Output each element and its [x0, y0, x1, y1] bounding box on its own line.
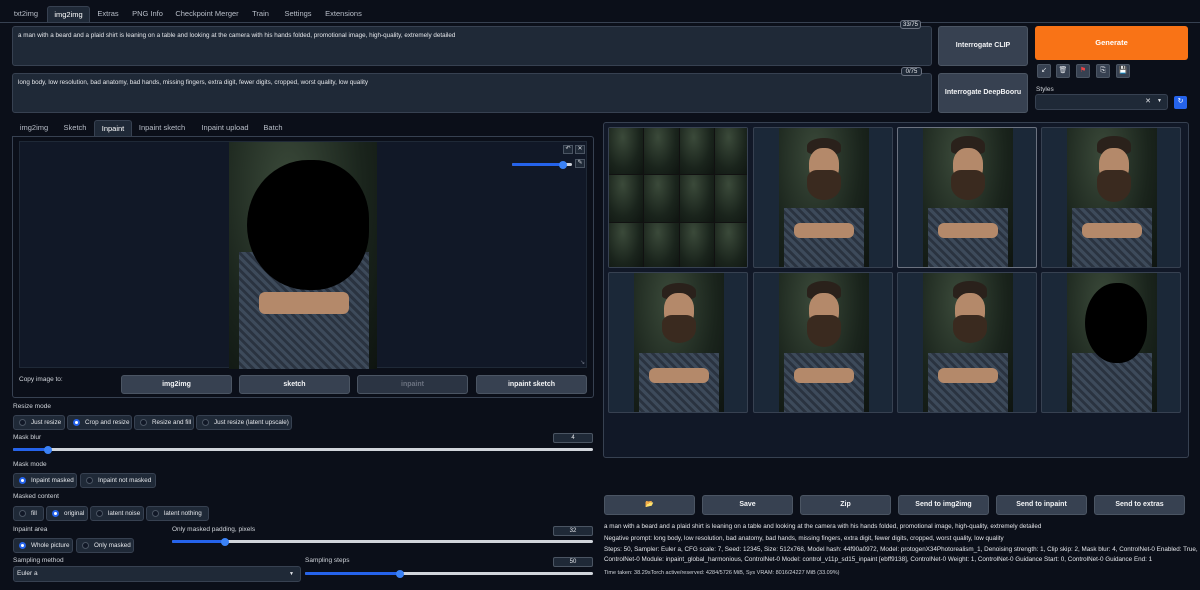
- tab-settings[interactable]: Settings: [278, 6, 318, 22]
- send-to-inpaint-button[interactable]: Send to inpaint: [996, 495, 1087, 515]
- mask-blur-slider[interactable]: [13, 445, 593, 454]
- radio-latent-nothing[interactable]: latent nothing: [146, 506, 209, 521]
- gallery-thumb[interactable]: [608, 272, 748, 413]
- resize-mode-label: Resize mode: [13, 403, 51, 410]
- tab-divider: [0, 22, 1200, 23]
- subtab-inpaint-upload[interactable]: Inpaint upload: [194, 120, 256, 136]
- inpaint-area-label: Inpaint area: [13, 526, 48, 533]
- styles-select[interactable]: ✕ ▼: [1035, 94, 1168, 110]
- mask-mode-label: Mask mode: [13, 461, 47, 468]
- radio-just-resize-latent[interactable]: Just resize (latent upscale): [196, 415, 292, 430]
- read-params-icon[interactable]: ↙: [1037, 64, 1051, 78]
- subtab-inpaint[interactable]: Inpaint: [94, 120, 132, 136]
- chevron-down-icon: ▼: [289, 571, 294, 577]
- copy-to-inpaint-button[interactable]: inpaint: [357, 375, 468, 394]
- mask-blur-label: Mask blur: [13, 434, 42, 441]
- mask-blur-input[interactable]: 4: [553, 433, 593, 443]
- output-controlnet-text: ControlNet-0 Module: inpaint_global_harm…: [604, 556, 1153, 563]
- extra-networks-icon[interactable]: ⚑: [1076, 64, 1090, 78]
- inpaint-canvas[interactable]: ↶ ✕ ✎ ↘: [19, 141, 587, 369]
- subtab-batch[interactable]: Batch: [258, 120, 288, 136]
- open-folder-icon[interactable]: 📂: [604, 495, 695, 515]
- gallery-thumb[interactable]: [897, 272, 1037, 413]
- refresh-styles-icon[interactable]: ↻: [1174, 96, 1187, 109]
- tab-txt2img[interactable]: txt2img: [6, 6, 46, 22]
- radio-inpaint-not-masked[interactable]: Inpaint not masked: [80, 473, 156, 488]
- copy-to-sketch-button[interactable]: sketch: [239, 375, 350, 394]
- chevron-down-icon: ▼: [1157, 98, 1162, 104]
- send-to-img2img-button[interactable]: Send to img2img: [898, 495, 989, 515]
- save-style-icon[interactable]: 💾: [1116, 64, 1130, 78]
- padding-label: Only masked padding, pixels: [172, 526, 256, 533]
- gallery-thumb[interactable]: [753, 127, 893, 268]
- tab-train[interactable]: Train: [246, 6, 275, 22]
- masked-content-label: Masked content: [13, 493, 59, 500]
- clear-icon[interactable]: ✕: [1145, 97, 1151, 105]
- sampling-method-label: Sampling method: [13, 557, 64, 564]
- resize-handle-icon[interactable]: ↘: [580, 359, 585, 366]
- copy-to-inpaint-sketch-button[interactable]: inpaint sketch: [476, 375, 587, 394]
- tab-png-info[interactable]: PNG Info: [127, 6, 168, 22]
- negative-token-counter: 0/75: [901, 67, 922, 76]
- output-params-text: Steps: 50, Sampler: Euler a, CFG scale: …: [604, 546, 1198, 553]
- radio-crop-and-resize[interactable]: Crop and resize: [67, 415, 132, 430]
- radio-whole-picture[interactable]: Whole picture: [13, 538, 73, 553]
- save-button[interactable]: Save: [702, 495, 793, 515]
- radio-only-masked[interactable]: Only masked: [76, 538, 134, 553]
- gallery-thumb[interactable]: [1041, 127, 1181, 268]
- tab-extras[interactable]: Extras: [91, 6, 125, 22]
- prompt-input[interactable]: a man with a beard and a plaid shirt is …: [12, 26, 932, 66]
- generate-button[interactable]: Generate: [1035, 26, 1188, 60]
- padding-slider[interactable]: [172, 537, 593, 546]
- gallery-thumb-selected[interactable]: [897, 127, 1037, 268]
- sampling-steps-input[interactable]: 50: [553, 557, 593, 567]
- gallery-thumb-grid[interactable]: [608, 127, 748, 268]
- styles-label: Styles: [1036, 86, 1054, 93]
- output-prompt-text: a man with a beard and a plaid shirt is …: [604, 523, 1042, 530]
- tab-checkpoint-merger[interactable]: Checkpoint Merger: [170, 6, 244, 22]
- subtab-inpaint-sketch[interactable]: Inpaint sketch: [134, 120, 190, 136]
- sampling-steps-slider[interactable]: [305, 569, 593, 578]
- subtab-sketch[interactable]: Sketch: [58, 120, 92, 136]
- tab-img2img[interactable]: img2img: [47, 6, 90, 22]
- padding-input[interactable]: 32: [553, 526, 593, 536]
- subtab-img2img[interactable]: img2img: [14, 120, 54, 136]
- radio-just-resize[interactable]: Just resize: [13, 415, 65, 430]
- input-photo: [229, 142, 377, 369]
- prompt-token-counter: 33/75: [900, 20, 921, 29]
- inpaint-mask: [247, 160, 369, 290]
- sampling-method-select[interactable]: Euler a ▼: [13, 566, 301, 582]
- clipboard-icon[interactable]: ⎘: [1096, 64, 1110, 78]
- output-negative-text: Negative prompt: long body, low resoluti…: [604, 535, 1004, 542]
- negative-prompt-input[interactable]: long body, low resolution, bad anatomy, …: [12, 73, 932, 113]
- brush-size-slider[interactable]: [512, 160, 572, 169]
- trash-icon[interactable]: 🗑: [1056, 64, 1070, 78]
- interrogate-deepbooru-button[interactable]: Interrogate DeepBooru: [938, 73, 1028, 113]
- send-to-extras-button[interactable]: Send to extras: [1094, 495, 1185, 515]
- interrogate-clip-button[interactable]: Interrogate CLIP: [938, 26, 1028, 66]
- undo-icon[interactable]: ↶: [563, 145, 573, 154]
- gallery-thumb[interactable]: [753, 272, 893, 413]
- gallery-thumb[interactable]: [1041, 272, 1181, 413]
- zip-button[interactable]: Zip: [800, 495, 891, 515]
- sampling-steps-label: Sampling steps: [305, 557, 350, 564]
- brush-icon[interactable]: ✎: [575, 159, 585, 168]
- copy-to-img2img-button[interactable]: img2img: [121, 375, 232, 394]
- radio-original[interactable]: original: [46, 506, 88, 521]
- radio-latent-noise[interactable]: latent noise: [90, 506, 144, 521]
- radio-fill[interactable]: fill: [13, 506, 44, 521]
- output-time-text: Time taken: 38.29sTorch active/reserved:…: [604, 570, 840, 576]
- tab-extensions[interactable]: Extensions: [320, 6, 367, 22]
- copy-image-label: Copy image to:: [19, 376, 63, 383]
- close-icon[interactable]: ✕: [575, 145, 585, 154]
- radio-resize-and-fill[interactable]: Resize and fill: [134, 415, 194, 430]
- radio-inpaint-masked[interactable]: Inpaint masked: [13, 473, 77, 488]
